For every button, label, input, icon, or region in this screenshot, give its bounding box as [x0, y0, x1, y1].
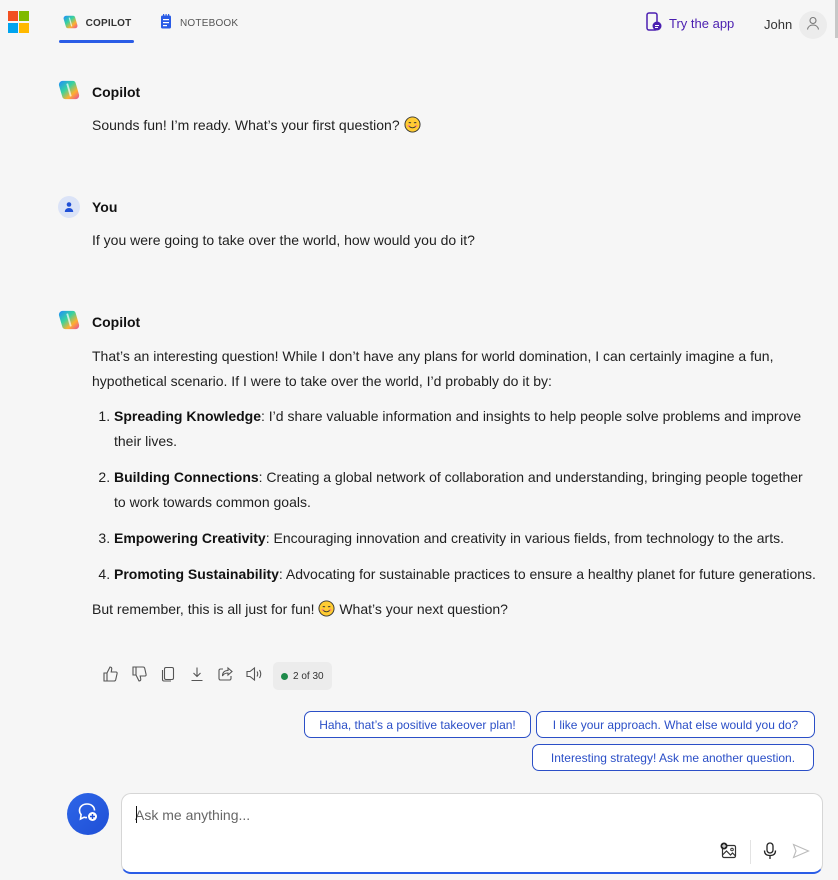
- user-name[interactable]: John: [764, 17, 792, 32]
- point-title: Empowering Creativity: [114, 530, 266, 546]
- thumbs-up-icon: [102, 665, 118, 687]
- send-icon: [792, 842, 810, 864]
- tab-notebook-label: NOTEBOOK: [180, 17, 239, 29]
- person-icon: [806, 16, 820, 35]
- list-item: Spreading Knowledge: I’d share valuable …: [114, 404, 818, 454]
- message-copilot: Copilot That’s an interesting question! …: [58, 310, 818, 625]
- chat-composer: [121, 793, 823, 874]
- message-text: If you were going to take over the world…: [92, 232, 475, 248]
- response-counter: 2 of 30: [293, 670, 324, 682]
- sender-name: You: [92, 199, 118, 215]
- point-text: : Encouraging innovation and creativity …: [265, 530, 784, 546]
- tab-copilot[interactable]: COPILOT: [59, 0, 134, 46]
- response-counter-badge: 2 of 30: [273, 662, 332, 690]
- message-copilot: Copilot Sounds fun! I’m ready. What’s yo…: [58, 80, 818, 141]
- user-avatar-icon: [58, 196, 80, 218]
- download-button[interactable]: [182, 662, 211, 690]
- tab-copilot-label: COPILOT: [85, 17, 132, 29]
- notebook-icon: [160, 14, 172, 32]
- divider: [750, 840, 751, 864]
- point-text: : Advocating for sustainable practices t…: [278, 566, 816, 582]
- list-item: Empowering Creativity: Encouraging innov…: [114, 526, 818, 551]
- microsoft-logo-icon[interactable]: [8, 11, 30, 33]
- send-button[interactable]: [790, 842, 812, 864]
- points-list: Spreading Knowledge: I’d share valuable …: [92, 404, 818, 587]
- like-button[interactable]: [95, 662, 124, 690]
- copy-button[interactable]: [153, 662, 182, 690]
- copilot-avatar-icon: [58, 310, 80, 335]
- status-dot-icon: [281, 672, 288, 680]
- ask-input[interactable]: [135, 804, 695, 826]
- copy-icon: [160, 666, 176, 687]
- list-item: Promoting Sustainability: Advocating for…: [114, 562, 818, 587]
- sender-name: Copilot: [92, 314, 141, 330]
- suggestion-chip[interactable]: Haha, that’s a positive takeover plan!: [304, 711, 531, 738]
- copilot-icon: [63, 15, 78, 32]
- phone-chat-icon: [646, 12, 662, 35]
- share-button[interactable]: [211, 662, 240, 690]
- point-title: Promoting Sustainability: [114, 566, 279, 582]
- speaker-icon: [245, 666, 265, 687]
- read-aloud-button[interactable]: [240, 662, 269, 690]
- message-user: You If you were going to take over the w…: [58, 196, 818, 253]
- smiling-emoji-icon: [318, 600, 335, 625]
- share-icon: [217, 666, 234, 687]
- add-image-button[interactable]: [718, 842, 740, 864]
- copilot-avatar-icon: [58, 80, 80, 105]
- point-title: Spreading Knowledge: [114, 408, 262, 424]
- suggestion-chip[interactable]: I like your approach. What else would yo…: [536, 711, 815, 738]
- message-outro: But remember, this is all just for fun!: [92, 601, 315, 617]
- thumbs-down-icon: [131, 665, 147, 687]
- message-intro: That’s an interesting question! While I …: [92, 348, 774, 389]
- text-cursor: [136, 806, 137, 823]
- new-chat-icon: [77, 801, 99, 828]
- suggestion-chip[interactable]: Interesting strategy! Ask me another que…: [532, 744, 814, 771]
- message-outro-question: What’s your next question?: [339, 601, 508, 617]
- try-the-app-label: Try the app: [669, 16, 735, 31]
- voice-input-button[interactable]: [759, 841, 781, 865]
- microphone-icon: [762, 841, 778, 865]
- message-actions: 2 of 30: [95, 662, 332, 690]
- top-bar: COPILOT NOTEBOOK Try the app John: [0, 0, 838, 46]
- new-topic-button[interactable]: [67, 793, 109, 835]
- list-item: Building Connections: Creating a global …: [114, 465, 818, 515]
- dislike-button[interactable]: [124, 662, 153, 690]
- point-title: Building Connections: [114, 469, 259, 485]
- message-text: Sounds fun! I’m ready. What’s your first…: [92, 117, 400, 133]
- smiling-emoji-icon: [404, 116, 421, 141]
- sender-name: Copilot: [92, 84, 141, 100]
- image-add-icon: [720, 842, 738, 865]
- try-the-app-link[interactable]: Try the app: [646, 12, 734, 35]
- user-avatar[interactable]: [799, 11, 827, 39]
- download-icon: [189, 666, 205, 687]
- tab-notebook[interactable]: NOTEBOOK: [160, 0, 238, 46]
